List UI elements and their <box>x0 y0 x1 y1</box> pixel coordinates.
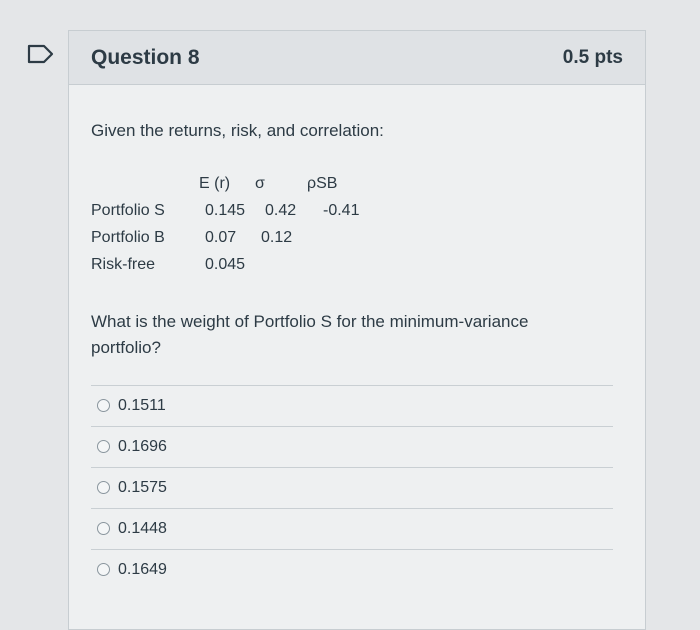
flag-question-icon[interactable] <box>26 42 56 66</box>
answer-option[interactable]: 0.1696 <box>91 426 613 466</box>
answer-label: 0.1696 <box>118 437 167 455</box>
answer-label: 0.1448 <box>118 519 167 537</box>
answer-option[interactable]: 0.1448 <box>91 508 613 548</box>
row-label: Portfolio B <box>91 229 165 246</box>
question-prompt: What is the weight of Portfolio S for th… <box>91 312 529 357</box>
answer-option[interactable]: 0.1511 <box>91 385 613 425</box>
answer-option[interactable]: 0.1575 <box>91 467 613 507</box>
row-expected-return: 0.045 <box>205 256 246 273</box>
row-label: Risk-free <box>91 256 156 273</box>
question-header: Question 8 0.5 pts <box>69 31 645 85</box>
header-sigma: σ <box>255 175 265 192</box>
radio-icon[interactable] <box>97 399 110 412</box>
radio-icon[interactable] <box>97 481 110 494</box>
question-card: Question 8 0.5 pts Given the returns, ri… <box>68 30 646 630</box>
row-sigma: 0.42 <box>265 202 297 219</box>
header-expected-return: E (r) <box>199 175 231 192</box>
question-intro: Given the returns, risk, and correlation… <box>91 121 384 140</box>
answer-option[interactable]: 0.1649 <box>91 549 613 589</box>
answer-label: 0.1649 <box>118 560 167 578</box>
question-points: 0.5 pts <box>562 46 623 68</box>
header-correlation: ρSB <box>307 175 338 192</box>
radio-icon[interactable] <box>97 440 110 453</box>
radio-icon[interactable] <box>97 563 110 576</box>
answer-label: 0.1575 <box>118 478 167 496</box>
row-sigma: 0.12 <box>261 229 293 246</box>
radio-icon[interactable] <box>97 522 110 535</box>
row-correlation: -0.41 <box>323 202 360 219</box>
row-label: Portfolio S <box>91 202 165 219</box>
row-expected-return: 0.145 <box>205 202 246 219</box>
answer-label: 0.1511 <box>118 396 166 414</box>
row-expected-return: 0.07 <box>205 229 237 246</box>
question-title: Question 8 <box>91 45 200 69</box>
